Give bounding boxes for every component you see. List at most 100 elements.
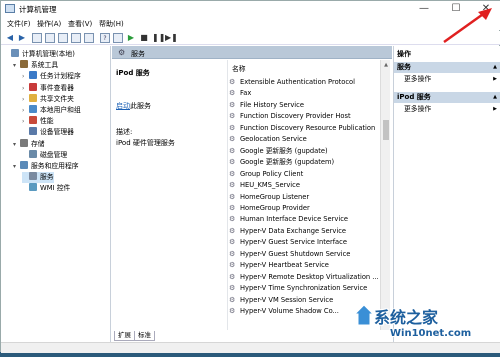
tree-node[interactable]: › 性能 — [22, 116, 54, 127]
export-list-icon[interactable] — [84, 33, 94, 43]
menu-help[interactable]: 帮助(H) — [99, 19, 124, 29]
console-tree: 计算机管理(本地) ▾ 系统工具 › 任务计划程序 › 事件查看器 › 共享文件夹 › 本地用户和组… — [1, 46, 111, 342]
properties-icon[interactable] — [58, 33, 68, 43]
service-name: HomeGroup Provider — [240, 203, 310, 212]
service-name: Hyper-V Heartbeat Service — [240, 261, 329, 270]
toolbar: ◀ ▶ ? ▶ ■ ❚❚ ▶❚ — [1, 31, 500, 45]
watermark-line1: 系统之家 — [374, 308, 439, 327]
restart-service-icon[interactable]: ▶❚ — [165, 33, 178, 43]
action-pane-icon[interactable] — [113, 33, 123, 43]
expand-right-icon[interactable]: › — [22, 105, 29, 116]
table-row[interactable]: ⚙ HEU_KMS_Service — [229, 180, 380, 191]
tree-node[interactable]: 服务 — [22, 172, 54, 184]
table-row[interactable]: ⚙ Hyper-V Guest Service Interface — [229, 237, 380, 248]
table-row[interactable]: ⚙ File History Service — [229, 100, 380, 111]
tree-node-label: 系统工具 — [31, 61, 59, 70]
tree-node[interactable]: › 本地用户和组 — [22, 105, 81, 116]
actions-pane: 操作 服务 ▲ 更多操作 ▶ iPod 服务 ▲ 更多操作 ▶ — [393, 46, 500, 342]
service-gear-icon: ⚙ — [229, 261, 236, 270]
expand-down-icon[interactable]: ▾ — [13, 161, 20, 172]
gear-icon — [29, 172, 37, 181]
collapse-up-icon[interactable]: ▲ — [493, 92, 497, 103]
tree-node[interactable]: ▾ 存储 — [13, 138, 45, 150]
table-row[interactable]: ⚙ Group Policy Client — [229, 169, 380, 180]
menu-action[interactable]: 操作(A) — [37, 19, 61, 29]
tree-node[interactable]: ▾ 系统工具 — [13, 60, 58, 71]
pause-service-icon[interactable]: ❚❚ — [152, 33, 165, 43]
service-name: Geolocation Service — [240, 135, 307, 144]
table-row[interactable]: ⚙ Extensible Authentication Protocol — [229, 77, 380, 88]
table-row[interactable]: ⚙ Function Discovery Provider Host — [229, 111, 380, 122]
more-actions-services-label: 更多操作 — [404, 75, 432, 83]
table-row[interactable]: ⚙ Human Interface Device Service — [229, 214, 380, 225]
refresh-icon[interactable] — [71, 33, 81, 43]
menu-file[interactable]: 文件(F) — [7, 19, 31, 29]
expand-down-icon[interactable]: ▾ — [13, 139, 20, 150]
scroll-thumb[interactable] — [383, 120, 389, 140]
wmi-icon — [29, 183, 37, 192]
table-row[interactable]: ⚙ Hyper-V Guest Shutdown Service — [229, 249, 380, 260]
expand-right-icon[interactable]: › — [22, 116, 29, 127]
menu-view[interactable]: 查看(V) — [68, 19, 92, 29]
show-hide-tree-icon[interactable] — [45, 33, 55, 43]
gear-icon: ⚙ — [118, 48, 126, 57]
start-service-text: 启动此服务 — [116, 101, 151, 111]
table-row[interactable]: ⚙ HomeGroup Listener — [229, 192, 380, 203]
tree-node-label: WMI 控件 — [40, 184, 71, 193]
view-tabs: 扩展 标准 — [114, 331, 155, 341]
up-level-icon[interactable] — [32, 33, 42, 43]
table-row[interactable]: ⚙ Geolocation Service — [229, 134, 380, 145]
tree-node[interactable]: › 事件查看器 — [22, 82, 74, 94]
start-service-icon[interactable]: ▶ — [126, 33, 136, 43]
tab-extended[interactable]: 扩展 — [114, 331, 135, 341]
service-gear-icon: ⚙ — [229, 238, 236, 247]
tree-node[interactable]: › 共享文件夹 — [22, 93, 74, 105]
tree-node[interactable]: › 任务计划程序 — [22, 71, 81, 82]
tree-node-label: 服务和应用程序 — [31, 162, 79, 170]
expand-right-icon[interactable]: › — [22, 94, 29, 105]
help-icon[interactable]: ? — [100, 33, 110, 43]
more-actions-services[interactable]: 更多操作 ▶ — [394, 74, 500, 85]
service-gear-icon: ⚙ — [229, 158, 236, 167]
service-gear-icon: ⚙ — [229, 78, 236, 86]
collapse-up-icon[interactable]: ▲ — [493, 62, 497, 73]
stop-service-icon[interactable]: ■ — [139, 33, 149, 43]
window-title: 计算机管理 — [19, 5, 57, 14]
column-header-name[interactable]: 名称 — [229, 63, 380, 74]
tree-node[interactable]: ▾ 服务和应用程序 — [13, 161, 79, 172]
table-row[interactable]: ⚙ Function Discovery Resource Publication — [229, 123, 380, 134]
tree-node[interactable]: WMI 控件 — [22, 183, 70, 194]
forward-icon[interactable]: ▶ — [17, 33, 27, 43]
table-row[interactable]: ⚙ Hyper-V Time Synchronization Service — [229, 283, 380, 294]
table-row[interactable]: ⚙ Google 更新服务 (gupdatem) — [229, 157, 380, 168]
start-service-link[interactable]: 启动 — [116, 102, 130, 110]
expand-down-icon[interactable]: ▾ — [13, 60, 20, 71]
tree-node-label: 事件查看器 — [40, 83, 74, 92]
table-row[interactable]: ⚙ Google 更新服务 (gupdate) — [229, 146, 380, 157]
service-name: Google 更新服务 (gupdate) — [240, 146, 328, 155]
back-icon[interactable]: ◀ — [5, 33, 15, 43]
table-row[interactable]: ⚙ Hyper-V Data Exchange Service — [229, 226, 380, 237]
scroll-up-icon[interactable]: ▲ — [382, 62, 390, 70]
table-row[interactable]: ⚙ Hyper-V Heartbeat Service — [229, 260, 380, 271]
table-row[interactable]: ⚙ Hyper-V Remote Desktop Virtualization .… — [229, 272, 380, 283]
watermark-line2: Win10net.com — [390, 328, 472, 339]
tree-node-label: 共享文件夹 — [40, 94, 74, 103]
table-row[interactable]: ⚙ HomeGroup Provider — [229, 203, 380, 214]
tree-node[interactable]: 计算机管理(本地) — [4, 49, 75, 60]
actions-section-services[interactable]: 服务 ▲ — [394, 62, 500, 73]
service-name: Human Interface Device Service — [240, 215, 349, 224]
event-viewer-icon — [29, 82, 37, 91]
service-gear-icon: ⚙ — [229, 135, 236, 144]
expand-right-icon[interactable]: › — [22, 71, 29, 82]
tree-node[interactable]: 磁盘管理 — [22, 149, 67, 161]
tree-node[interactable]: 设备管理器 — [22, 127, 74, 138]
tab-standard[interactable]: 标准 — [134, 331, 155, 341]
more-actions-ipod[interactable]: 更多操作 ▶ — [394, 104, 500, 115]
expand-right-icon[interactable]: › — [22, 83, 29, 94]
table-row[interactable]: ⚙ Fax — [229, 88, 380, 99]
service-gear-icon: ⚙ — [229, 146, 236, 155]
vertical-scrollbar[interactable]: ▲ ▼ — [380, 60, 390, 330]
minimize-button[interactable]: — — [409, 1, 439, 17]
actions-section-ipod[interactable]: iPod 服务 ▲ — [394, 92, 500, 103]
